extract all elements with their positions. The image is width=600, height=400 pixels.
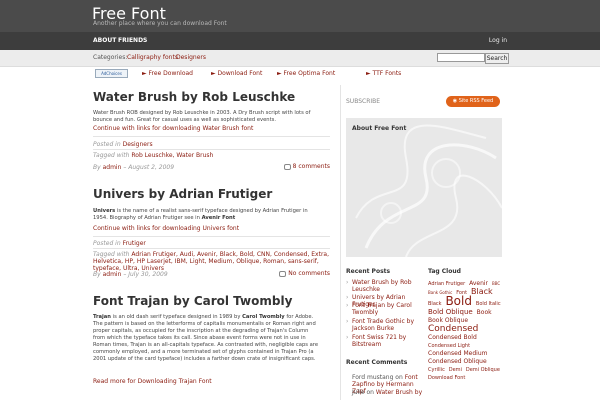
- tag-link[interactable]: Condensed Bold: [428, 334, 477, 341]
- adchoices-badge[interactable]: AdChoices: [95, 69, 128, 78]
- tag-link[interactable]: BBC: [492, 281, 500, 286]
- post-title[interactable]: Font Trajan by Carol Twombly: [93, 294, 292, 308]
- post-tags: Tagged with Rob Leuschke, Water Brush: [93, 152, 214, 159]
- main-nav: [0, 32, 600, 50]
- author-link[interactable]: admin: [103, 164, 122, 171]
- avenir-font-link[interactable]: Avenir Font: [202, 215, 236, 221]
- search-input[interactable]: [437, 53, 485, 62]
- subscribe-heading: SUBSCRIBE: [346, 98, 381, 105]
- comments-link[interactable]: No comments: [279, 270, 330, 277]
- ad-link-download-font[interactable]: ► Download Font: [211, 70, 262, 77]
- tag-link[interactable]: Book: [477, 309, 492, 316]
- ad-link-ttf-fonts[interactable]: ► TTF Fonts: [366, 70, 401, 77]
- post-byline: By admin – August 2, 2009: [93, 164, 175, 171]
- tag-link[interactable]: Avenir: [469, 280, 488, 287]
- recent-post-link[interactable]: Font Trade Gothic by Jackson Burke: [352, 318, 424, 332]
- sidebar-divider: [340, 85, 341, 400]
- tag-link[interactable]: Cyrillic: [428, 367, 445, 373]
- post-category: Posted in Designers: [93, 141, 153, 148]
- post-tags: Tagged with Adrian Frutiger, Audi, Aveni…: [93, 251, 330, 272]
- tag-links[interactable]: Adrian Frutiger, Audi, Avenir, Black, Bo…: [93, 251, 329, 272]
- tag-link[interactable]: Black: [428, 301, 442, 307]
- tag-link[interactable]: Condensed Light: [428, 343, 470, 349]
- designer-name: Carol Twombly: [242, 314, 285, 320]
- comment-post-link[interactable]: Water Brush by: [376, 389, 422, 396]
- categories-label: Categories:: [93, 54, 128, 61]
- tag-link[interactable]: Download Font: [428, 375, 465, 381]
- tag-link[interactable]: Bold: [445, 294, 472, 308]
- tag-link[interactable]: Bold Italic: [476, 301, 501, 307]
- login-link[interactable]: Log in: [489, 37, 507, 44]
- speech-bubble-icon: [283, 163, 291, 170]
- author-link[interactable]: admin: [103, 271, 122, 278]
- category-link[interactable]: Designers: [123, 141, 153, 148]
- tag-link[interactable]: Condensed Oblique: [428, 358, 487, 365]
- tag-links[interactable]: Rob Leuschke, Water Brush: [131, 152, 213, 159]
- divider: [93, 149, 330, 150]
- rss-feed-button[interactable]: ◉ Site RSS Feed: [446, 96, 500, 107]
- post-excerpt: Univers is the name of a realist sans-se…: [93, 208, 308, 221]
- speech-bubble-icon: [279, 270, 287, 277]
- comments-link[interactable]: 8 comments: [283, 163, 330, 170]
- post-category: Posted in Frutiger: [93, 240, 146, 247]
- tag-link[interactable]: Demi: [449, 367, 462, 373]
- site-tagline: Another place where you can download Fon…: [93, 20, 227, 27]
- post-title[interactable]: Univers by Adrian Frutiger: [93, 187, 272, 201]
- tag-link[interactable]: Adrian Frutiger: [428, 281, 465, 287]
- recent-comments-title: Recent Comments: [346, 359, 408, 366]
- nav-item-about[interactable]: ABOUT: [93, 37, 116, 44]
- recent-post-link[interactable]: Font Swiss 721 by Bitstream: [352, 334, 424, 348]
- ad-link-free-download[interactable]: ► Free Download: [142, 70, 193, 77]
- categories-bar: [0, 50, 600, 67]
- tag-link[interactable]: Condensed: [428, 324, 478, 334]
- post-title[interactable]: Water Brush by Rob Leuschke: [93, 90, 295, 104]
- decorative-flourish: [355, 124, 502, 257]
- divider: [93, 236, 330, 237]
- category-link[interactable]: Frutiger: [123, 240, 146, 247]
- tag-link[interactable]: Condensed Medium: [428, 350, 488, 357]
- post-excerpt: Trajan is an old dash serif typeface des…: [93, 314, 319, 362]
- search-button[interactable]: Search: [485, 53, 509, 64]
- divider: [93, 136, 330, 137]
- tag-link[interactable]: Book Oblique: [428, 317, 468, 324]
- recent-post-link[interactable]: Water Brush by Rob Leuschke: [352, 279, 424, 293]
- tag-cloud-title: Tag Cloud: [428, 268, 461, 275]
- ad-link-free-optima[interactable]: ► Free Optima Font: [277, 70, 335, 77]
- tag-link[interactable]: Black: [471, 287, 493, 296]
- nav-item-friends[interactable]: FRIENDS: [118, 37, 147, 44]
- divider: [93, 248, 330, 249]
- recent-comment: Julie on Water Brush by: [352, 389, 423, 396]
- category-link-designers[interactable]: Designers: [176, 54, 206, 61]
- tag-cloud: Adrian Frutiger Avenir BBC Bank Gothic F…: [428, 280, 504, 382]
- tag-link[interactable]: Bold Oblique: [428, 308, 473, 316]
- about-title: About Free Font: [352, 125, 407, 132]
- post-byline: By admin – July 30, 2009: [93, 271, 168, 278]
- recent-post-link[interactable]: Font Trajan by Carol Twombly: [352, 302, 424, 316]
- read-more-link[interactable]: Continue with links for downloading Wate…: [93, 125, 253, 132]
- tag-link[interactable]: Demi Oblique: [466, 367, 500, 373]
- about-box: About Free Font: [346, 118, 502, 257]
- read-more-link[interactable]: Read more for Downloading Trajan Font: [93, 378, 212, 385]
- recent-posts-title: Recent Posts: [346, 268, 391, 275]
- post-excerpt: Water Brush ROB designed by Rob Leuschke…: [93, 110, 311, 123]
- read-more-link[interactable]: Continue with links for downloading Univ…: [93, 225, 239, 232]
- category-link-calligraphy[interactable]: Calligraphy fonts: [127, 54, 178, 61]
